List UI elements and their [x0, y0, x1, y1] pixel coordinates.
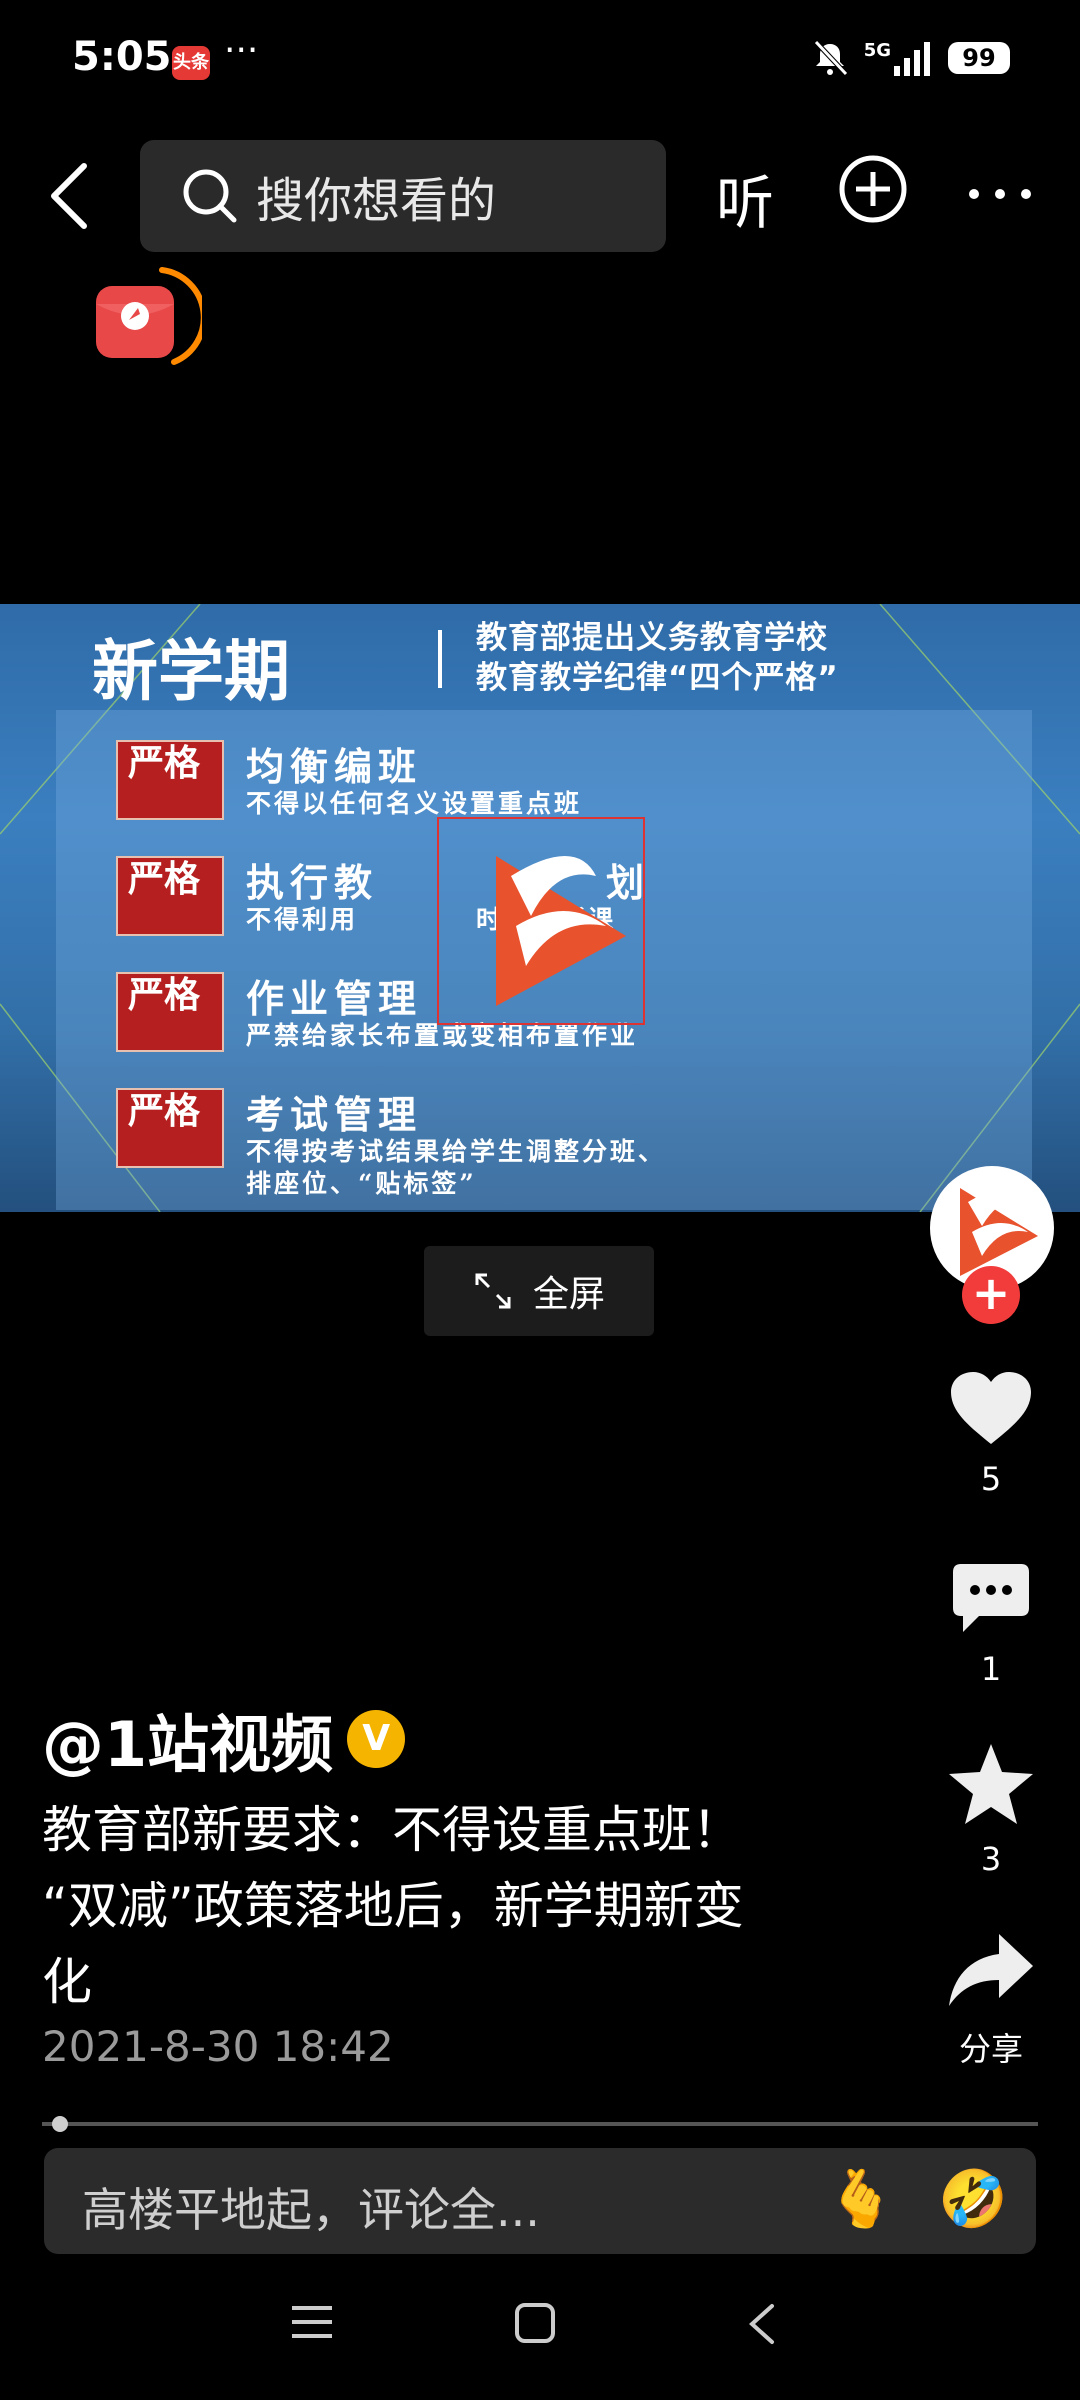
follow-button[interactable]: + [962, 1266, 1020, 1324]
rooster-logo-icon [437, 817, 645, 1025]
plus-circle-icon [839, 155, 907, 223]
rule-title: 作业管理 [246, 976, 423, 1021]
red-packet-button[interactable] [92, 262, 207, 372]
more-dots-icon [969, 189, 1031, 199]
star-icon [949, 1744, 1033, 1824]
status-more-icon: ··· [224, 30, 259, 71]
post-date: 2021-8-30 18:42 [42, 2022, 394, 2071]
menu-icon [292, 2306, 332, 2338]
share-label: 分享 [958, 2030, 1023, 2068]
search-bar[interactable]: 搜你想看的 [140, 140, 666, 252]
caption-line: 化 [42, 1953, 92, 2011]
caption-line: 教育部新要求：不得设重点班！ [42, 1801, 742, 1859]
nav-home-button[interactable] [514, 2302, 556, 2348]
comment-input[interactable]: 高楼平地起，评论全... 🫰 🤣 [44, 2148, 1036, 2254]
back-button[interactable] [44, 160, 104, 232]
rule-desc-line2: 排座位、“贴标签” [246, 1169, 477, 1198]
like-count: 5 [980, 1460, 1002, 1498]
rule-badge: 严格 [116, 856, 224, 936]
caption-line: “双减”政策落地后，新学期新变 [42, 1877, 744, 1935]
comment-count: 1 [980, 1650, 1002, 1688]
comment-button[interactable]: 1 [936, 1560, 1046, 1688]
network-type: 5G [863, 40, 891, 61]
share-button[interactable]: 分享 [936, 1930, 1046, 2070]
home-square-icon [515, 2303, 555, 2343]
mute-bell-icon [813, 40, 848, 76]
rule-title: 执行教 [246, 860, 379, 905]
rule-badge: 严格 [116, 972, 224, 1052]
nav-back-button[interactable] [746, 2302, 776, 2350]
heart-icon [951, 1372, 1031, 1444]
expand-icon [475, 1273, 511, 1309]
video-subtitle: 教育部提出义务教育学校 教育教学纪律“四个严格” [476, 618, 839, 698]
verified-badge-icon: V [347, 1710, 406, 1768]
rule-desc: 不得利用 [246, 905, 359, 934]
favorite-button[interactable]: 3 [936, 1742, 1046, 1878]
rule-badge: 严格 [116, 1088, 224, 1168]
toutiao-app-icon: 头条 [172, 46, 210, 80]
video-player[interactable]: 新学期 教育部提出义务教育学校 教育教学纪律“四个严格” 严格 均衡编班 不得以… [0, 604, 1080, 1212]
nav-menu-button[interactable] [290, 2302, 334, 2346]
author-name: @1站视频 [42, 1708, 334, 1781]
search-placeholder: 搜你想看的 [256, 173, 497, 229]
like-button[interactable]: 5 [936, 1370, 1046, 1498]
battery-indicator: 99 [948, 42, 1010, 74]
video-subtitle-line1: 教育部提出义务教育学校 [476, 620, 828, 656]
status-time: 5:05 [72, 34, 172, 80]
video-title: 新学期 [92, 632, 290, 710]
nav-back-icon [749, 2304, 774, 2344]
channel-watermark-logo [436, 816, 646, 1026]
listen-button[interactable]: 听 [716, 156, 774, 240]
progress-handle[interactable] [51, 2116, 68, 2132]
author-name-row[interactable]: @1站视频 V [42, 1694, 406, 1784]
share-arrow-icon [949, 1934, 1033, 2006]
rule-badge: 严格 [116, 740, 224, 820]
search-icon [183, 169, 237, 223]
red-packet-icon [96, 267, 207, 365]
chevron-left-icon [51, 163, 87, 229]
fullscreen-label: 全屏 [532, 1274, 605, 1315]
more-button[interactable] [964, 162, 1036, 222]
rule-title: 考试管理 [246, 1092, 423, 1137]
rule-title: 均衡编班 [246, 744, 423, 789]
status-indicators: 5G 99 [810, 38, 1010, 78]
video-title-divider [438, 630, 442, 688]
video-subtitle-line2: 教育教学纪律“四个严格” [476, 660, 839, 696]
favorite-count: 3 [980, 1840, 1002, 1878]
laugh-emoji-button[interactable]: 🤣 [938, 2166, 1008, 2232]
rule-desc: 不得以任何名义设置重点班 [246, 789, 583, 818]
comment-placeholder: 高楼平地起，评论全... [82, 2183, 540, 2237]
fullscreen-button[interactable]: 全屏 [424, 1246, 654, 1336]
finger-heart-emoji-button[interactable]: 🫰 [826, 2166, 896, 2232]
signal-indicator: 5G [864, 40, 934, 76]
comment-icon [953, 1564, 1029, 1632]
add-button[interactable] [838, 154, 908, 224]
rule-desc: 不得按考试结果给学生调整分班、 [246, 1137, 667, 1166]
post-caption[interactable]: 教育部新要求：不得设重点班！ “双减”政策落地后，新学期新变 化 [42, 1792, 832, 2020]
signal-icon [894, 42, 930, 76]
video-progress-bar[interactable] [42, 2122, 1038, 2126]
